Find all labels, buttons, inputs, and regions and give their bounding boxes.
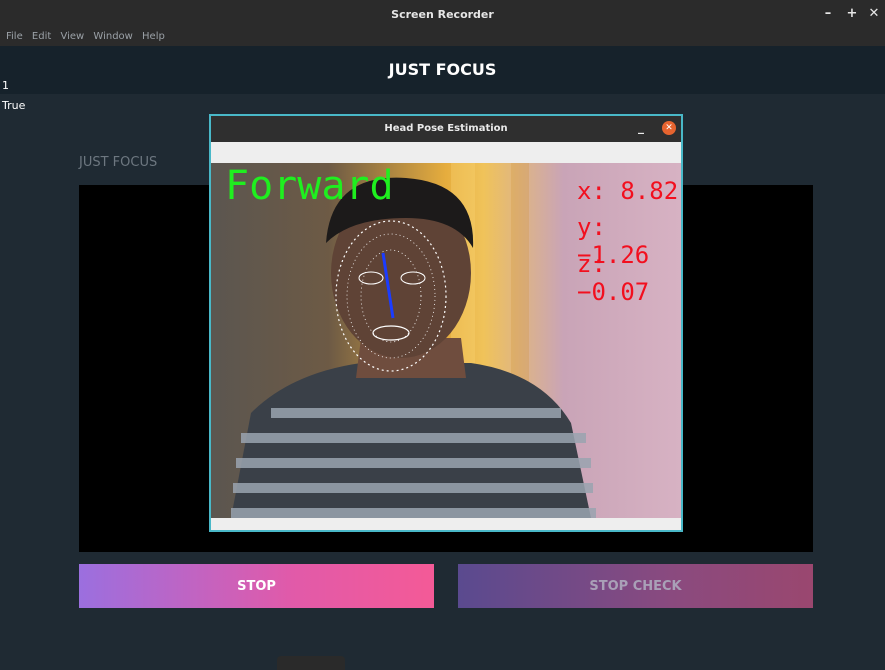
popup-bottom-band [211, 518, 681, 530]
popup-top-band [211, 142, 681, 163]
close-icon[interactable]: ✕ [864, 4, 884, 24]
popup-titlebar: Head Pose Estimation _ ✕ [211, 116, 681, 142]
menu-window[interactable]: Window [93, 31, 132, 42]
camera-feed: Forward x: 8.82 y: −1.26 z: −0.07 [211, 163, 681, 518]
app-titlebar: Screen Recorder – + ✕ [0, 0, 885, 28]
stop-check-button[interactable]: STOP CHECK [458, 564, 813, 608]
head-pose-window: Head Pose Estimation _ ✕ Forward x: 8.82… [209, 114, 683, 532]
menubar: File Edit View Window Help [0, 28, 885, 46]
app-header: JUST FOCUS [0, 46, 885, 94]
menu-edit[interactable]: Edit [32, 31, 51, 42]
pose-label: Forward [225, 163, 394, 209]
stop-button[interactable]: STOP [79, 564, 434, 608]
x-readout: x: 8.82 [577, 177, 679, 205]
menu-help[interactable]: Help [142, 31, 165, 42]
section-label: JUST FOCUS [79, 155, 158, 170]
log-line: 1 [2, 79, 9, 92]
minimize-icon[interactable]: _ [638, 120, 644, 134]
taskbar-tab[interactable] [277, 656, 345, 670]
app-title: JUST FOCUS [388, 60, 497, 79]
menu-view[interactable]: View [60, 31, 84, 42]
close-icon[interactable]: ✕ [662, 121, 676, 135]
window-title: Screen Recorder [391, 8, 494, 21]
z-readout: z: −0.07 [577, 250, 650, 306]
maximize-icon[interactable]: + [842, 4, 862, 24]
minimize-icon[interactable]: – [818, 4, 838, 24]
log-line: True [2, 99, 26, 112]
menu-file[interactable]: File [6, 31, 23, 42]
console-log: 1 True [2, 76, 25, 116]
popup-title: Head Pose Estimation [384, 123, 508, 134]
